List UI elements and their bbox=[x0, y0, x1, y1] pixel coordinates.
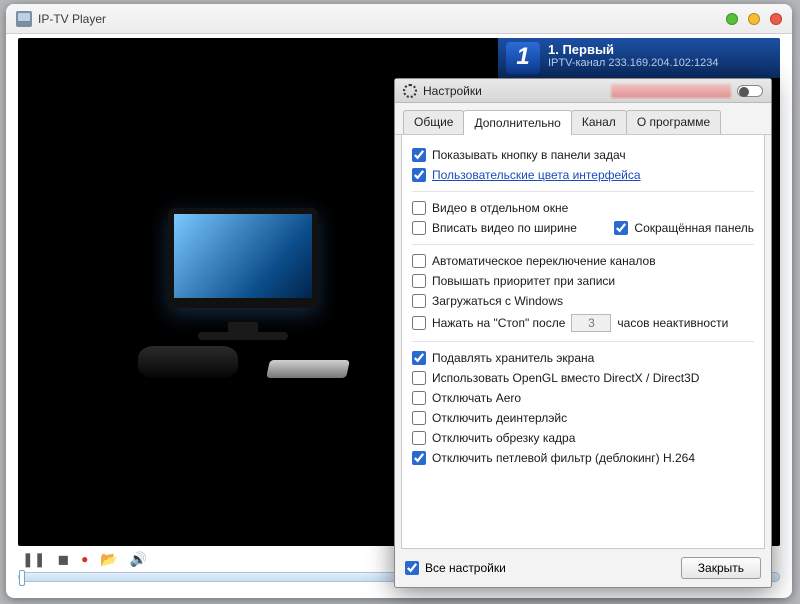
maximize-button[interactable] bbox=[748, 13, 760, 25]
opt-fit-width[interactable]: Вписать видео по ширине Сокращённая пане… bbox=[412, 218, 754, 238]
lbl-compact-panel: Сокращённая панель bbox=[634, 221, 754, 235]
lbl-auto-switch: Автоматическое переключение каналов bbox=[432, 254, 656, 268]
chk-custom-colors[interactable] bbox=[412, 168, 426, 182]
separator bbox=[412, 191, 754, 192]
separator bbox=[412, 341, 754, 342]
opt-disable-crop[interactable]: Отключить обрезку кадра bbox=[412, 428, 754, 448]
minimize-button[interactable] bbox=[726, 13, 738, 25]
placeholder-art bbox=[138, 208, 358, 408]
tab-general[interactable]: Общие bbox=[403, 110, 464, 134]
opt-custom-colors[interactable]: Пользовательские цвета интерфейса bbox=[412, 165, 754, 185]
open-button[interactable]: 📂 bbox=[100, 552, 117, 566]
tab-channel[interactable]: Канал bbox=[571, 110, 627, 134]
channel-logo: 1 bbox=[506, 42, 540, 74]
chk-suppress-ss[interactable] bbox=[412, 351, 426, 365]
chk-disable-loopfilter[interactable] bbox=[412, 451, 426, 465]
lbl-custom-colors[interactable]: Пользовательские цвета интерфейса bbox=[432, 168, 641, 182]
opt-video-window[interactable]: Видео в отдельном окне bbox=[412, 198, 754, 218]
lbl-disable-deinterlace: Отключить деинтерлэйс bbox=[432, 411, 567, 425]
settings-title: Настройки bbox=[423, 84, 482, 98]
settings-footer: Все настройки Закрыть bbox=[395, 549, 771, 587]
opt-show-taskbar[interactable]: Показывать кнопку в панели задач bbox=[412, 145, 754, 165]
channel-banner: 1 1. Первый IPTV-канал 233.169.204.102:1… bbox=[498, 38, 780, 78]
chk-start-windows[interactable] bbox=[412, 294, 426, 308]
lbl-all-settings: Все настройки bbox=[425, 561, 506, 575]
pause-button[interactable]: ❚❚ bbox=[22, 552, 45, 566]
set-top-box-icon bbox=[138, 346, 238, 378]
tv-monitor-icon bbox=[168, 208, 318, 308]
chk-disable-aero[interactable] bbox=[412, 391, 426, 405]
opt-use-opengl[interactable]: Использовать OpenGL вместо DirectX / Dir… bbox=[412, 368, 754, 388]
separator bbox=[412, 244, 754, 245]
remote-icon bbox=[266, 360, 350, 378]
chk-all-settings[interactable] bbox=[405, 561, 419, 575]
chk-stop-after[interactable] bbox=[412, 316, 426, 330]
lbl-video-window: Видео в отдельном окне bbox=[432, 201, 568, 215]
chk-auto-switch[interactable] bbox=[412, 254, 426, 268]
channel-address: IPTV-канал 233.169.204.102:1234 bbox=[506, 57, 772, 69]
tab-advanced[interactable]: Дополнительно bbox=[463, 110, 571, 135]
chk-show-taskbar[interactable] bbox=[412, 148, 426, 162]
window-title: IP-TV Player bbox=[38, 12, 106, 26]
window-controls bbox=[726, 13, 782, 25]
tv-base-icon bbox=[198, 332, 288, 340]
close-settings-button[interactable]: Закрыть bbox=[681, 557, 761, 579]
settings-tabpage: Показывать кнопку в панели задач Пользов… bbox=[401, 135, 765, 549]
chk-disable-crop[interactable] bbox=[412, 431, 426, 445]
settings-titlebar[interactable]: Настройки bbox=[395, 79, 771, 103]
lbl-disable-crop: Отключить обрезку кадра bbox=[432, 431, 575, 445]
toggle-pill[interactable] bbox=[737, 85, 763, 97]
background-blur bbox=[611, 84, 731, 98]
tab-about[interactable]: О программе bbox=[626, 110, 721, 134]
gear-icon bbox=[403, 84, 417, 98]
settings-tabs: Общие Дополнительно Канал О программе bbox=[395, 103, 771, 135]
settings-dialog: Настройки Общие Дополнительно Канал О пр… bbox=[394, 78, 772, 588]
lbl-stop-after-suffix: часов неактивности bbox=[617, 316, 728, 330]
opt-suppress-ss[interactable]: Подавлять хранитель экрана bbox=[412, 348, 754, 368]
opt-disable-deinterlace[interactable]: Отключить деинтерлэйс bbox=[412, 408, 754, 428]
channel-name: 1. Первый bbox=[506, 42, 772, 57]
lbl-fit-width: Вписать видео по ширине bbox=[432, 221, 577, 235]
opt-disable-aero[interactable]: Отключать Aero bbox=[412, 388, 754, 408]
app-icon bbox=[16, 11, 32, 27]
input-stop-hours[interactable] bbox=[571, 314, 611, 332]
chk-compact-panel[interactable] bbox=[614, 221, 628, 235]
opt-start-windows[interactable]: Загружаться с Windows bbox=[412, 291, 754, 311]
chk-use-opengl[interactable] bbox=[412, 371, 426, 385]
lbl-disable-aero: Отключать Aero bbox=[432, 391, 521, 405]
opt-stop-after[interactable]: Нажать на "Стоп" после часов неактивност… bbox=[412, 311, 754, 335]
seek-thumb[interactable] bbox=[19, 570, 25, 586]
lbl-stop-after-prefix: Нажать на "Стоп" после bbox=[432, 316, 565, 330]
stop-button[interactable]: ◼ bbox=[57, 552, 69, 566]
opt-raise-priority[interactable]: Повышать приоритет при записи bbox=[412, 271, 754, 291]
lbl-use-opengl: Использовать OpenGL вместо DirectX / Dir… bbox=[432, 371, 699, 385]
record-button[interactable]: ● bbox=[81, 553, 88, 565]
lbl-raise-priority: Повышать приоритет при записи bbox=[432, 274, 615, 288]
volume-button[interactable]: 🔊 bbox=[130, 552, 147, 566]
opt-disable-loopfilter[interactable]: Отключить петлевой фильтр (деблокинг) H.… bbox=[412, 448, 754, 468]
chk-raise-priority[interactable] bbox=[412, 274, 426, 288]
lbl-disable-loopfilter: Отключить петлевой фильтр (деблокинг) H.… bbox=[432, 451, 695, 465]
chk-video-window[interactable] bbox=[412, 201, 426, 215]
chk-disable-deinterlace[interactable] bbox=[412, 411, 426, 425]
close-button[interactable] bbox=[770, 13, 782, 25]
titlebar[interactable]: IP-TV Player bbox=[6, 4, 792, 34]
lbl-start-windows: Загружаться с Windows bbox=[432, 294, 563, 308]
chk-fit-width[interactable] bbox=[412, 221, 426, 235]
opt-auto-switch[interactable]: Автоматическое переключение каналов bbox=[412, 251, 754, 271]
lbl-suppress-ss: Подавлять хранитель экрана bbox=[432, 351, 594, 365]
lbl-show-taskbar: Показывать кнопку в панели задач bbox=[432, 148, 626, 162]
